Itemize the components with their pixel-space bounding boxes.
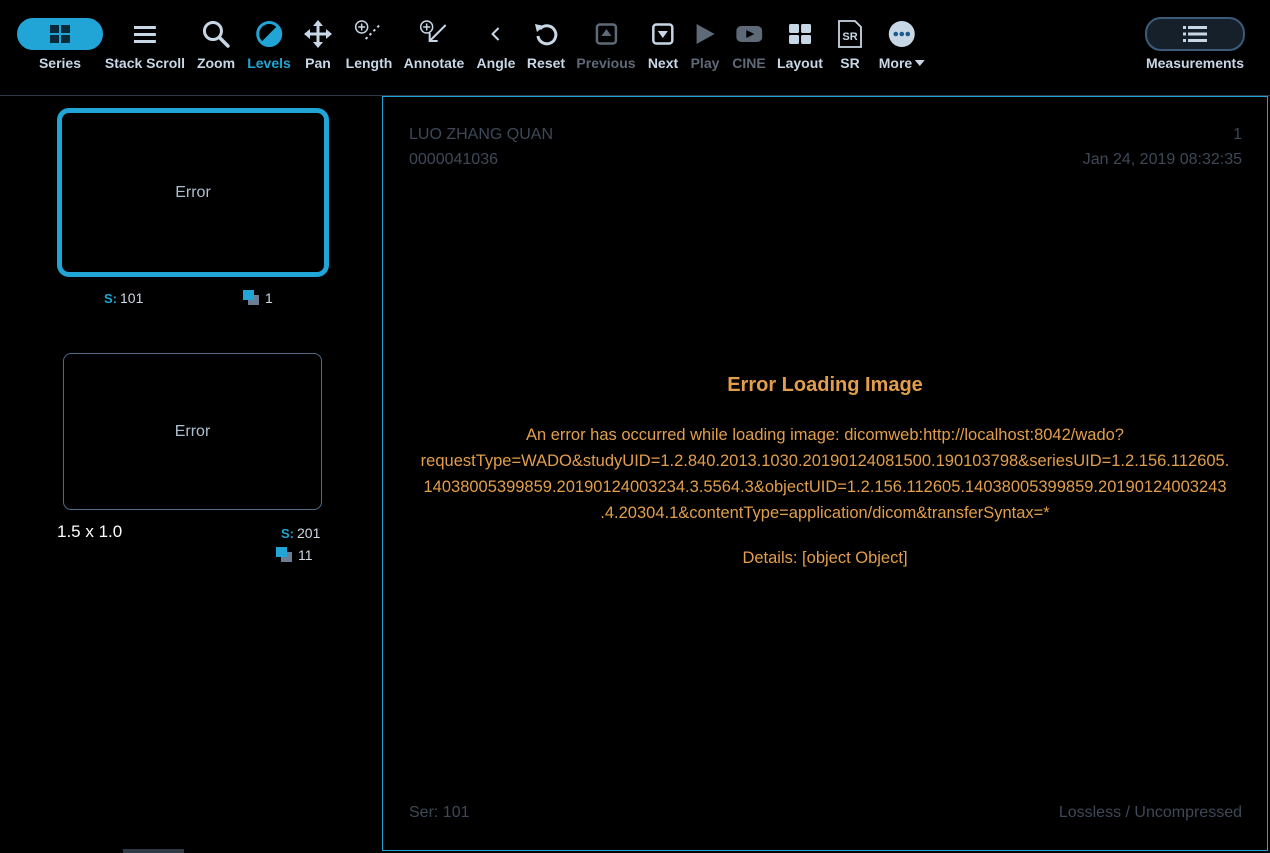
series-overlay: Ser: 101 [409, 804, 470, 821]
tool-label: Length [345, 55, 393, 71]
compression-overlay: Lossless / Uncompressed [1058, 804, 1242, 821]
tool-label: CINE [732, 55, 766, 71]
instance-number: 1 [1233, 126, 1242, 143]
series-button[interactable]: Series [17, 14, 103, 71]
error-message-line: 14038005399859.20190124003234.3.5564.3&o… [423, 478, 1227, 496]
series-number-value: 201 [297, 525, 321, 541]
series-label: Series [38, 55, 82, 71]
instance-count-value: 11 [298, 547, 313, 563]
tool-label: SR [840, 55, 860, 71]
tool-next[interactable]: Next [648, 14, 678, 71]
caret-down-icon [915, 60, 926, 66]
tool-label: Previous [576, 55, 636, 71]
tool-levels[interactable]: Levels [247, 14, 291, 71]
measurements-button[interactable]: Measurements [1145, 14, 1245, 71]
cine-icon [735, 26, 762, 42]
series-panel: Error S: 101 1 Error 1.5 x 1.0 S: 201 11 [0, 96, 382, 853]
measurements-toggle[interactable] [1145, 17, 1245, 51]
instance-count: 1 [243, 290, 273, 306]
tool-play[interactable]: Play [690, 14, 720, 71]
series-thumbnail-active[interactable]: Error [57, 108, 329, 277]
tool-label: Levels [247, 55, 291, 71]
series-description: 1.5 x 1.0 [57, 522, 123, 541]
angle-icon [491, 27, 500, 41]
series-number-value: 101 [120, 290, 144, 306]
tool-pan[interactable]: Pan [304, 14, 332, 71]
pan-icon [304, 20, 332, 48]
more-icon [888, 21, 915, 47]
tool-label: Reset [526, 55, 566, 71]
stack-icon [276, 547, 293, 562]
patient-name: LUO ZHANG QUAN [409, 126, 554, 143]
length-icon [355, 20, 382, 40]
stack-scroll-icon [134, 26, 156, 43]
tool-cine[interactable]: CINE [732, 14, 766, 71]
tool-label: Angle [476, 55, 516, 71]
tool-zoom[interactable]: Zoom [197, 14, 235, 71]
reset-icon [534, 24, 558, 46]
toolbar: Series Stack Scroll Zoom Levels Pan Leng… [0, 0, 1270, 96]
series-thumbnail[interactable]: Error [63, 353, 322, 510]
error-message: An error has occurred while loading imag… [383, 422, 1267, 526]
measurements-label: Measurements [1145, 55, 1245, 71]
tool-label: Play [690, 55, 720, 71]
error-message-line: requestType=WADO&studyUID=1.2.840.2013.1… [420, 452, 1230, 470]
error-message-line: .4.20304.1&contentType=application/dicom… [600, 504, 1050, 522]
layout-icon [788, 24, 811, 44]
tool-more[interactable]: More [878, 14, 926, 71]
stack-icon [243, 290, 260, 305]
series-number: S: 101 [104, 290, 143, 306]
series-prefix: S: [281, 526, 294, 541]
levels-icon [256, 21, 282, 47]
tool-reset[interactable]: Reset [527, 14, 565, 71]
image-viewport[interactable]: LUO ZHANG QUAN 0000041036 1 Jan 24, 2019… [382, 96, 1268, 851]
series-toggle[interactable] [17, 18, 103, 50]
tool-label: Zoom [196, 55, 236, 71]
tool-label: Layout [777, 55, 823, 71]
tool-stack-scroll[interactable]: Stack Scroll [105, 14, 185, 71]
previous-icon [595, 23, 617, 45]
thumbnail-error-text: Error [174, 422, 211, 440]
annotate-icon [420, 20, 447, 42]
instance-count-value: 1 [265, 290, 273, 306]
tool-label: More [878, 55, 913, 71]
next-icon [652, 23, 674, 45]
patient-id: 0000041036 [409, 151, 498, 168]
error-details: Details: [object Object] [742, 549, 908, 567]
tool-label: Pan [305, 55, 331, 71]
tool-label: Annotate [403, 55, 465, 71]
sr-icon-text: SR [842, 31, 857, 43]
more-label: More [878, 55, 926, 71]
grid-icon [50, 25, 70, 43]
list-icon [1183, 26, 1207, 42]
instance-count: 11 [276, 547, 313, 563]
tool-layout[interactable]: Layout [777, 14, 823, 71]
tool-label: Next [647, 55, 679, 71]
panel-scrollbar[interactable] [123, 849, 184, 853]
play-icon [697, 24, 715, 44]
study-datetime: Jan 24, 2019 08:32:35 [1082, 151, 1242, 168]
series-number: S: 201 [281, 525, 320, 541]
tool-annotate[interactable]: Annotate [403, 14, 465, 71]
tool-label: Stack Scroll [104, 55, 186, 71]
error-message-line: An error has occurred while loading imag… [525, 426, 1124, 444]
tool-sr[interactable]: SR SR [837, 14, 863, 71]
tool-angle[interactable]: Angle [476, 14, 516, 71]
zoom-icon [202, 21, 230, 48]
tool-length[interactable]: Length [345, 14, 393, 71]
series-prefix: S: [104, 291, 117, 306]
error-title: Error Loading Image [727, 374, 923, 396]
tool-previous[interactable]: Previous [576, 14, 636, 71]
sr-icon: SR [838, 20, 862, 48]
thumbnail-error-text: Error [175, 183, 211, 201]
